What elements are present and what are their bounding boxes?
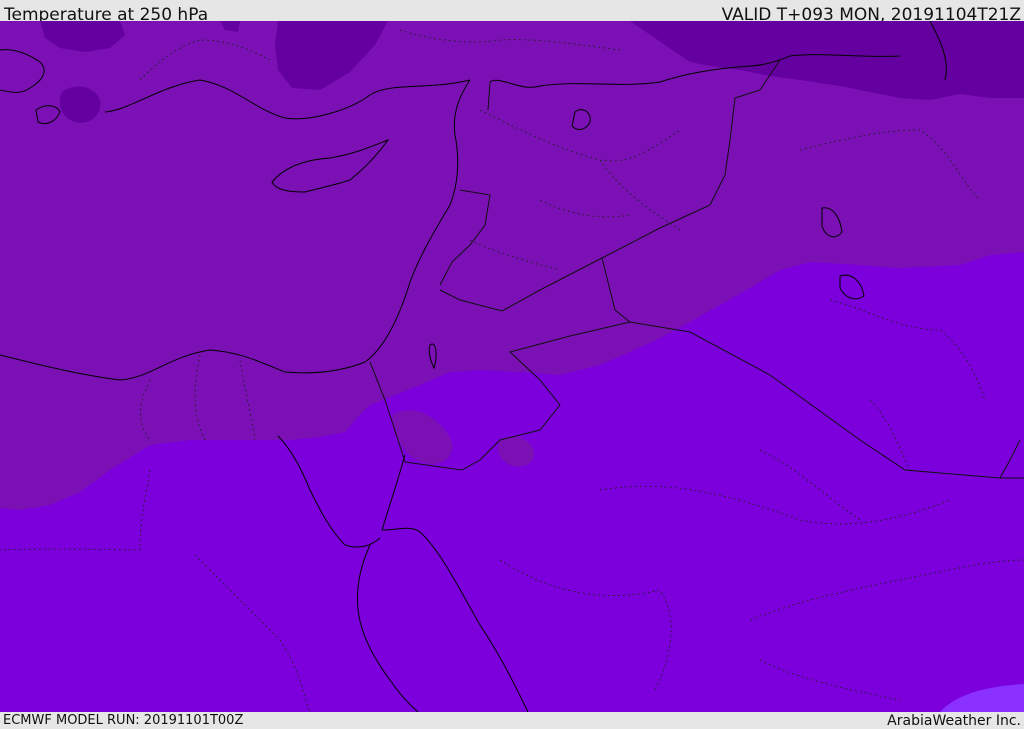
model-run: ECMWF MODEL RUN: 20191101T00Z [3,713,244,728]
credit-text: ArabiaWeather Inc. [887,713,1021,729]
weather-map-frame: Temperature at 250 hPa VALID T+093 MON, … [0,0,1024,729]
header-bar: Temperature at 250 hPa VALID T+093 MON, … [0,0,1024,25]
footer-bar: ECMWF MODEL RUN: 20191101T00Z ArabiaWeat… [0,712,1024,729]
temperature-map[interactable] [0,21,1024,712]
